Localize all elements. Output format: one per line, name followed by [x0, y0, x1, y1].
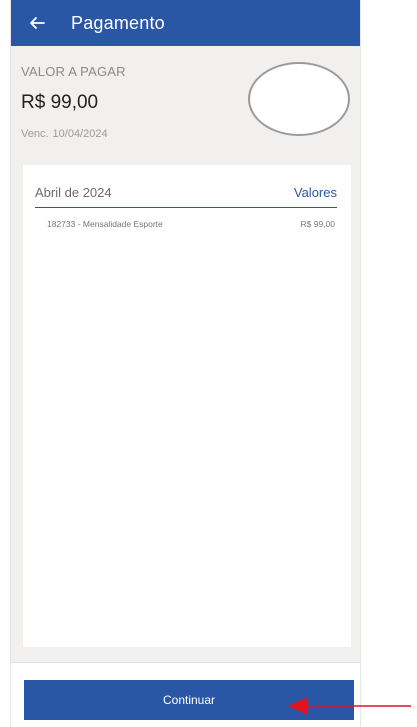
item-value: R$ 99,00: [300, 219, 336, 229]
app-bar: Pagamento: [11, 0, 360, 46]
amount-value: R$ 99,00: [21, 92, 99, 113]
month-label: Abril de 2024: [35, 185, 112, 200]
due-date-label: Venc.: [21, 128, 49, 140]
card-header: Abril de 2024 Valores: [35, 185, 337, 208]
due-date-value: 10/04/2024: [52, 128, 108, 140]
page-title: Pagamento: [71, 12, 165, 33]
mobile-screen: Pagamento VALOR A PAGAR R$ 99,00 Venc. 10…: [10, 0, 361, 727]
item-description: 182733 - Mensalidade Esporte: [47, 219, 163, 229]
avatar: [248, 62, 350, 136]
details-card: Abril de 2024 Valores 182733 - Mensalida…: [23, 165, 351, 647]
payment-summary: VALOR A PAGAR R$ 99,00 Venc. 10/04/2024: [21, 64, 126, 140]
list-item: 182733 - Mensalidade Esporte R$ 99,00: [47, 219, 335, 229]
amount-label: VALOR A PAGAR: [21, 64, 126, 79]
due-date: Venc. 10/04/2024: [21, 128, 126, 140]
annotation-arrow-icon: [288, 697, 411, 715]
arrow-left-icon: [30, 17, 45, 29]
values-link[interactable]: Valores: [294, 185, 337, 200]
back-button[interactable]: [17, 0, 57, 46]
